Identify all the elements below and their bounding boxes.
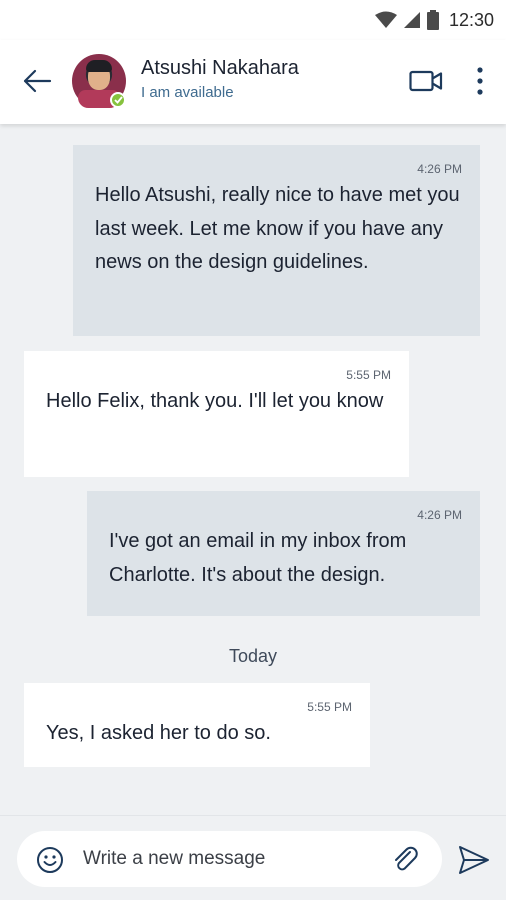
wifi-icon bbox=[374, 11, 397, 28]
message-time: 5:55 PM bbox=[346, 368, 391, 382]
emoji-button[interactable] bbox=[35, 845, 65, 875]
message-time: 5:55 PM bbox=[307, 700, 352, 714]
message-text: Yes, I asked her to do so. bbox=[46, 722, 271, 744]
back-button[interactable] bbox=[20, 64, 54, 98]
message-text: Hello Felix, thank you. I'll let you kno… bbox=[46, 390, 384, 412]
chat-header: Atsushi Nakahara I am available bbox=[0, 40, 506, 124]
emoji-icon bbox=[37, 847, 63, 873]
send-icon bbox=[459, 846, 489, 874]
back-arrow-icon bbox=[23, 69, 52, 93]
message-incoming[interactable]: 5:55 PM Yes, I asked her to do so. bbox=[24, 683, 370, 767]
message-text: I've got an email in my inbox from Charl… bbox=[109, 530, 407, 586]
message-text: Hello Atsushi, really nice to have met y… bbox=[95, 184, 460, 273]
contact-status: I am available bbox=[141, 84, 234, 101]
attach-button[interactable] bbox=[389, 843, 423, 877]
video-call-button[interactable] bbox=[406, 66, 446, 96]
day-separator: Today bbox=[228, 646, 278, 666]
more-vertical-icon bbox=[477, 67, 483, 95]
composer bbox=[17, 831, 442, 887]
battery-icon bbox=[426, 10, 439, 30]
message-time: 4:26 PM bbox=[417, 508, 462, 522]
avatar-hair bbox=[86, 60, 112, 72]
message-incoming[interactable]: 5:55 PM Hello Felix, thank you. I'll let… bbox=[24, 351, 409, 477]
message-outgoing[interactable]: 4:26 PM I've got an email in my inbox fr… bbox=[87, 491, 480, 616]
message-time: 4:26 PM bbox=[417, 162, 462, 176]
status-bar: 12:30 bbox=[0, 0, 506, 40]
send-button[interactable] bbox=[455, 841, 493, 879]
message-input[interactable] bbox=[83, 843, 373, 875]
video-call-icon bbox=[409, 70, 443, 92]
contact-name[interactable]: Atsushi Nakahara bbox=[141, 57, 299, 80]
message-outgoing[interactable]: 4:26 PM Hello Atsushi, really nice to ha… bbox=[73, 145, 480, 336]
paperclip-icon bbox=[395, 846, 418, 871]
cell-signal-icon bbox=[403, 12, 420, 28]
composer-bar bbox=[0, 815, 506, 900]
status-time: 12:30 bbox=[448, 9, 494, 30]
more-options-button[interactable] bbox=[468, 64, 492, 98]
presence-check-icon bbox=[110, 92, 126, 108]
